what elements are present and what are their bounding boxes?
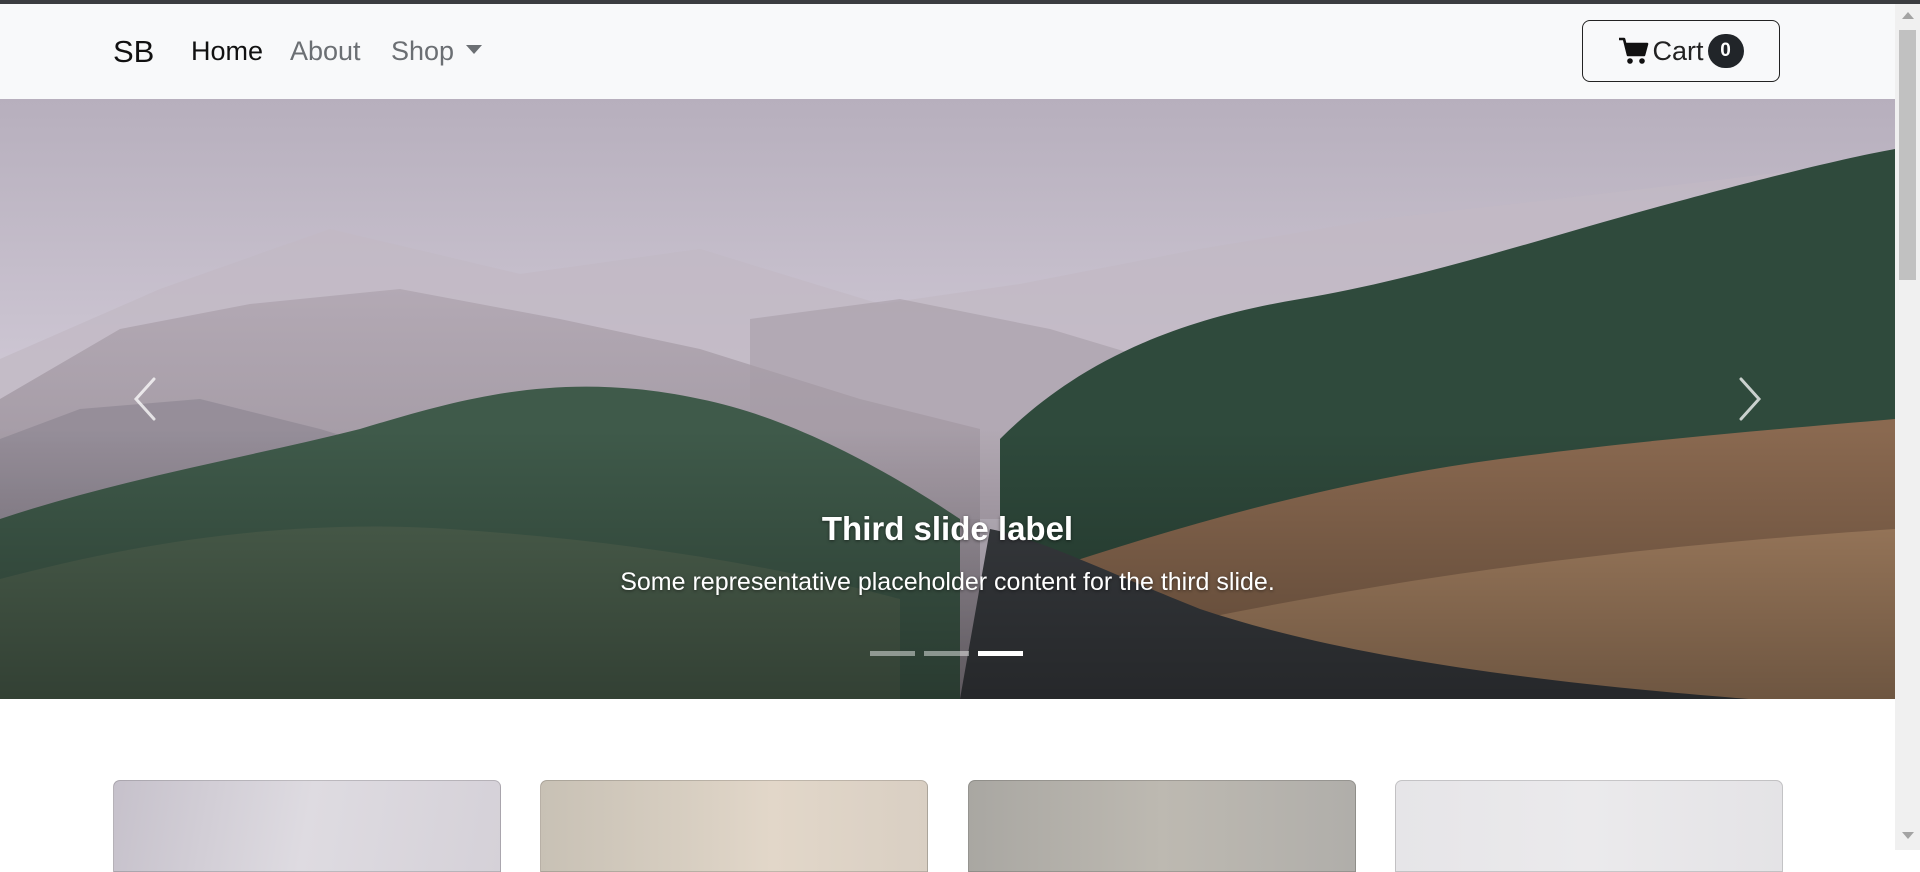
product-card-image[interactable]	[1395, 780, 1783, 872]
scrollbar-thumb[interactable]	[1899, 30, 1916, 280]
scroll-up-icon[interactable]	[1902, 12, 1914, 19]
carousel-prev-button[interactable]	[110, 369, 180, 429]
cart-label: Cart	[1652, 35, 1704, 66]
cart-button[interactable]: Cart 0	[1582, 20, 1780, 82]
slide-image	[0, 99, 1895, 699]
scroll-down-icon[interactable]	[1902, 832, 1914, 839]
hero-carousel: Third slide label Some representative pl…	[0, 99, 1895, 699]
carousel-indicator-2[interactable]	[924, 651, 969, 656]
carousel-indicator-1[interactable]	[870, 651, 915, 656]
product-card-image[interactable]	[540, 780, 928, 872]
cart-icon	[1619, 37, 1649, 64]
chevron-right-icon	[1739, 377, 1762, 421]
slide-description: Some representative placeholder content …	[620, 568, 1275, 596]
caret-down-icon	[466, 45, 483, 54]
brand-logo[interactable]: SB	[113, 34, 154, 70]
carousel-next-button[interactable]	[1715, 369, 1785, 429]
nav-link-home[interactable]: Home	[191, 36, 263, 67]
product-card-image[interactable]	[113, 780, 501, 872]
carousel-indicators	[870, 651, 1023, 656]
carousel-indicator-3[interactable]	[978, 651, 1023, 656]
slide-title: Third slide label	[821, 510, 1074, 547]
product-card-image[interactable]	[968, 780, 1356, 872]
page-scrollbar[interactable]	[1895, 4, 1920, 850]
nav-dropdown-shop[interactable]: Shop	[391, 36, 483, 67]
chevron-left-icon	[133, 377, 156, 421]
cart-count-badge: 0	[1707, 34, 1744, 68]
navbar: SB Home About Shop Cart 0	[0, 4, 1895, 99]
nav-link-shop-label: Shop	[391, 36, 455, 66]
nav-link-about[interactable]: About	[290, 36, 361, 67]
